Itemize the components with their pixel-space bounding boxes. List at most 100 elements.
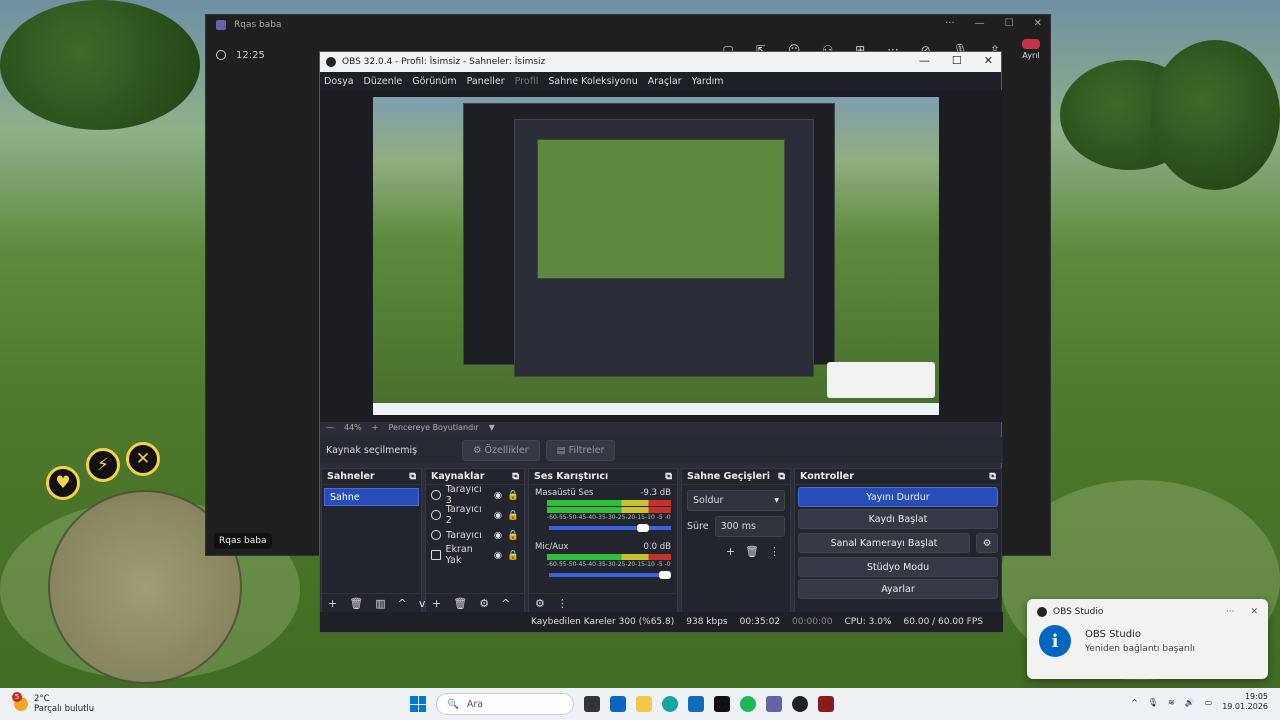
filters-button[interactable]: ▤ Filtreler bbox=[545, 439, 616, 461]
close-icon[interactable]: ✕ bbox=[984, 54, 993, 67]
transition-actions: + 🗑 ⋮ bbox=[682, 537, 790, 566]
lightning-icon: ⚡ bbox=[86, 448, 120, 482]
channel-db: 0.0 dB bbox=[643, 542, 671, 552]
add-icon[interactable]: + bbox=[726, 545, 735, 558]
outlook-icon[interactable] bbox=[688, 696, 704, 712]
menu-tools[interactable]: Araçlar bbox=[648, 76, 682, 87]
weather-badge: 5 bbox=[12, 692, 22, 702]
slider-knob[interactable] bbox=[636, 524, 649, 532]
source-item[interactable]: Ekran Yak ◉ 🔒 bbox=[426, 544, 524, 566]
chevron-up-icon[interactable]: ^ bbox=[1131, 698, 1138, 707]
trash-icon[interactable]: 🗑 bbox=[453, 597, 467, 610]
teams-titlebar: Rqas baba bbox=[206, 15, 1050, 35]
task-view-icon[interactable] bbox=[584, 696, 600, 712]
eye-icon[interactable]: ◉ bbox=[494, 510, 502, 521]
eye-icon[interactable]: ◉ bbox=[494, 530, 502, 541]
maximize-icon[interactable]: ☐ bbox=[952, 54, 962, 67]
start-record-button[interactable]: Kaydı Başlat bbox=[798, 509, 998, 529]
zoom-out-icon[interactable]: — bbox=[326, 423, 334, 432]
windows-start-icon[interactable] bbox=[410, 696, 426, 712]
eye-icon[interactable]: ◉ bbox=[494, 550, 502, 561]
leave-button[interactable]: Ayrıl bbox=[1022, 39, 1040, 60]
add-icon[interactable]: + bbox=[432, 597, 441, 610]
more-icon[interactable]: ⋮ bbox=[769, 545, 780, 558]
battery-icon[interactable]: ▭ bbox=[1205, 698, 1213, 707]
properties-button[interactable]: ⚙ Özellikler bbox=[462, 439, 540, 461]
duration-input[interactable]: 300 ms bbox=[714, 516, 785, 537]
toast-notification[interactable]: OBS Studio ··· ✕ i OBS Studio Yeniden bağ… bbox=[1027, 599, 1268, 679]
virtual-cam-row: Sanal Kamerayı Başlat ⚙ bbox=[795, 531, 1001, 555]
lock-icon[interactable]: 🔒 bbox=[507, 530, 519, 541]
more-icon[interactable]: ⋮ bbox=[557, 597, 568, 610]
maximize-icon[interactable]: ☐ bbox=[1005, 18, 1014, 29]
explorer-icon[interactable] bbox=[636, 696, 652, 712]
channel-name: Masaüstü Ses bbox=[535, 488, 594, 498]
lock-icon[interactable]: 🔒 bbox=[507, 490, 519, 501]
mic-icon[interactable]: 🎙 bbox=[1148, 698, 1158, 707]
trash-icon[interactable]: 🗑 bbox=[349, 597, 363, 610]
lock-icon[interactable]: 🔒 bbox=[507, 550, 519, 561]
menu-view[interactable]: Görünüm bbox=[412, 76, 456, 87]
menu-docks[interactable]: Paneller bbox=[467, 76, 505, 87]
chevron-down-icon[interactable]: ▼ bbox=[489, 423, 495, 432]
teams-icon[interactable] bbox=[766, 696, 782, 712]
volume-slider[interactable] bbox=[549, 571, 671, 579]
menu-profile[interactable]: Profil bbox=[515, 76, 539, 87]
more-icon[interactable]: ··· bbox=[945, 18, 955, 29]
scene-item[interactable]: Sahne bbox=[324, 488, 419, 506]
virtual-cam-settings-icon[interactable]: ⚙ bbox=[976, 533, 998, 553]
weather-widget[interactable]: 5 2°C Parçalı bulutlu bbox=[0, 692, 94, 714]
stop-stream-button[interactable]: Yayını Durdur bbox=[798, 487, 998, 507]
spotify-icon[interactable] bbox=[740, 696, 756, 712]
clock[interactable]: 19:05 19.01.2026 bbox=[1222, 692, 1268, 713]
globe-icon bbox=[431, 530, 441, 540]
trash-icon[interactable]: 🗑 bbox=[745, 545, 759, 558]
minimize-icon[interactable]: — bbox=[919, 54, 930, 67]
store-icon[interactable] bbox=[610, 696, 626, 712]
undock-icon[interactable]: ⧉ bbox=[665, 471, 672, 482]
zoom-in-icon[interactable]: + bbox=[372, 423, 379, 432]
transition-select[interactable]: Soldur ▾ bbox=[687, 490, 785, 511]
program-preview[interactable] bbox=[373, 97, 939, 415]
undock-icon[interactable]: ⧉ bbox=[512, 471, 519, 482]
menu-file[interactable]: Dosya bbox=[324, 76, 354, 87]
more-icon[interactable]: ··· bbox=[1226, 607, 1235, 617]
add-icon[interactable]: + bbox=[328, 597, 337, 610]
chevron-up-icon[interactable]: ^ bbox=[501, 597, 510, 610]
game-icon[interactable] bbox=[818, 696, 834, 712]
eye-icon[interactable]: ◉ bbox=[494, 490, 502, 501]
settings-button[interactable]: Ayarlar bbox=[798, 579, 998, 599]
source-item[interactable]: Tarayıcı 3 ◉ 🔒 bbox=[426, 484, 524, 506]
menu-scene-collection[interactable]: Sahne Koleksiyonu bbox=[548, 76, 637, 87]
virtual-cam-button[interactable]: Sanal Kamerayı Başlat bbox=[798, 533, 970, 553]
taskbar-search[interactable]: 🔍 Ara bbox=[436, 693, 574, 715]
source-item[interactable]: Tarayıcı ◉ 🔒 bbox=[426, 525, 524, 545]
close-icon[interactable]: ✕ bbox=[1250, 607, 1258, 617]
undock-icon[interactable]: ⧉ bbox=[778, 471, 785, 482]
undock-icon[interactable]: ⧉ bbox=[409, 471, 416, 482]
volume-slider[interactable] bbox=[549, 524, 671, 532]
teams-window-controls: ··· — ☐ ✕ bbox=[945, 18, 1042, 29]
source-item[interactable]: Tarayıcı 2 ◉ 🔒 bbox=[426, 504, 524, 526]
close-icon[interactable]: ✕ bbox=[1034, 18, 1042, 29]
zoom-mode[interactable]: Pencereye Boyutlandır bbox=[388, 423, 478, 432]
undock-icon[interactable]: ⧉ bbox=[989, 471, 996, 482]
dropped-frames: Kaybedilen Kareler 300 (%65.8) bbox=[531, 617, 675, 627]
lock-icon[interactable]: 🔒 bbox=[507, 510, 519, 521]
advanced-audio-icon[interactable]: ⚙ bbox=[535, 597, 545, 610]
clock-date: 19.01.2026 bbox=[1222, 702, 1268, 712]
capcut-icon[interactable] bbox=[714, 696, 730, 712]
menu-edit[interactable]: Düzenle bbox=[364, 76, 403, 87]
wifi-icon[interactable]: ≋ bbox=[1168, 698, 1175, 707]
minimize-icon[interactable]: — bbox=[975, 18, 985, 29]
obs-title: OBS 32.0.4 - Profil: İsimsiz - Sahneler:… bbox=[342, 57, 546, 67]
menu-help[interactable]: Yardım bbox=[692, 76, 724, 87]
edge-icon[interactable] bbox=[662, 696, 678, 712]
volume-icon[interactable]: 🔊 bbox=[1185, 698, 1195, 707]
chevron-up-icon[interactable]: ^ bbox=[398, 597, 407, 610]
studio-mode-button[interactable]: Stüdyo Modu bbox=[798, 557, 998, 577]
obs-icon[interactable] bbox=[792, 696, 808, 712]
gear-icon[interactable]: ⚙ bbox=[479, 597, 489, 610]
slider-knob[interactable] bbox=[659, 571, 671, 579]
filter-icon[interactable]: ▥ bbox=[375, 597, 385, 610]
